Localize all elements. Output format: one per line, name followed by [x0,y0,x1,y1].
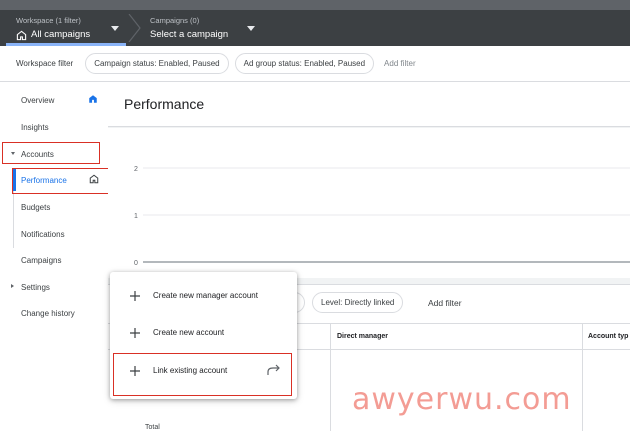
campaign-status-chip[interactable]: Campaign status: Enabled, Paused [85,53,229,74]
campaign-dropdown-icon[interactable] [247,26,255,31]
menu-item-create-manager-account[interactable]: Create new manager account [110,278,297,314]
sidebar-item-insights[interactable]: Insights [0,116,108,138]
accounts-highlight-box [2,142,100,164]
sidebar-item-label: Overview [21,95,55,105]
performance-highlight-box [12,168,110,194]
sidebar-item-settings[interactable]: Settings [0,276,108,298]
menu-item-create-account[interactable]: Create new account [110,315,297,351]
add-filter-link[interactable]: Add filter [384,59,416,68]
column-header-direct-manager[interactable]: Direct manager [337,333,388,340]
ad-group-status-chip[interactable]: Ad group status: Enabled, Paused [234,53,375,74]
chart-svg: 2 1 0 [134,166,630,267]
breadcrumb-separator-icon [128,14,141,42]
table-add-filter-link[interactable]: Add filter [428,298,462,308]
column-divider [330,323,331,431]
sidebar-item-overview[interactable]: Overview [0,89,108,111]
campaign-caption: Campaigns (0) [150,16,200,25]
home-icon [89,95,97,103]
workspace-dropdown-icon[interactable] [111,26,119,31]
menu-item-label: Create new account [153,328,225,337]
plus-icon [130,291,140,301]
campaign-selector[interactable]: Campaigns (0) Select a campaign [150,16,228,42]
level-filter-chip[interactable]: Level: Directly linked [312,292,404,313]
y-tick-label: 0 [134,260,138,267]
workspace-caption: Workspace (1 filter) [16,16,81,25]
workspace-filter-bar: Workspace filter Campaign status: Enable… [0,46,630,82]
top-strip [0,0,630,10]
y-tick-label: 1 [134,213,138,220]
performance-chart: 2 1 0 [108,128,630,278]
campaign-value: Select a campaign [150,29,229,40]
watermark: awyerwu.com [352,382,572,417]
sidebar-item-label: Budgets [21,202,51,212]
sidebar-item-budgets[interactable]: Budgets [0,196,108,218]
sidebar-item-label: Notifications [21,229,65,239]
menu-item-label: Create new manager account [153,291,258,300]
workspace-filter-label: Workspace filter [16,59,74,68]
sidebar-item-label: Campaigns [21,255,62,265]
app-header: Workspace (1 filter) All campaigns Campa… [0,10,630,46]
expand-right-icon [11,284,14,288]
sidebar-item-label: Insights [21,122,49,132]
workspace-value: All campaigns [31,29,91,40]
column-divider [582,323,583,431]
link-account-highlight-box [113,353,292,396]
sidebar-item-notifications[interactable]: Notifications [0,223,108,245]
y-tick-label: 2 [134,166,138,173]
total-row-label: Total [145,424,160,431]
plus-icon [130,328,140,338]
column-header-account-type[interactable]: Account typ [588,333,628,340]
sidebar-item-label: Settings [21,282,50,292]
sidebar-item-campaigns[interactable]: Campaigns [0,249,108,271]
sidebar-item-change-history[interactable]: Change history [0,302,108,324]
home-icon [16,30,27,40]
sidebar-item-label: Change history [21,308,75,318]
page-title: Performance [108,83,630,127]
workspace-selector[interactable]: Workspace (1 filter) All campaigns [0,10,128,46]
